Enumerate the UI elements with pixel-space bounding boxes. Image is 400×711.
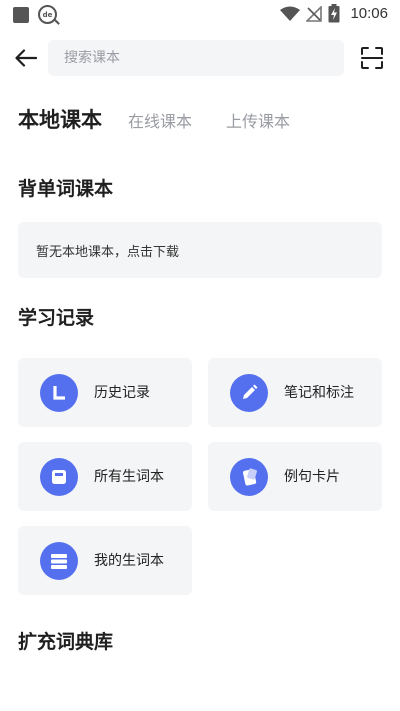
back-button[interactable] bbox=[12, 44, 40, 72]
empty-download-card[interactable]: 暂无本地课本，点击下载 bbox=[18, 222, 382, 278]
history-label: 历史记录 bbox=[94, 384, 150, 401]
app-search-icon: de bbox=[38, 5, 57, 24]
status-bar: de 10:06 bbox=[0, 0, 400, 28]
empty-message: 暂无本地课本，点击下载 bbox=[36, 244, 180, 260]
tab-local[interactable]: 本地课本 bbox=[18, 104, 102, 134]
tab-online[interactable]: 在线课本 bbox=[128, 108, 192, 132]
all-wordbooks-card[interactable]: 所有生词本 bbox=[18, 442, 192, 511]
back-arrow-icon bbox=[15, 49, 37, 67]
example-cards-label: 例句卡片 bbox=[284, 468, 340, 485]
app-icon-text: de bbox=[42, 10, 53, 19]
all-wordbooks-label: 所有生词本 bbox=[94, 468, 164, 485]
my-wordbook-label: 我的生词本 bbox=[94, 552, 164, 569]
notes-card[interactable]: 笔记和标注 bbox=[208, 358, 382, 427]
study-section-title: 学习记录 bbox=[18, 307, 95, 329]
tab-upload[interactable]: 上传课本 bbox=[226, 108, 290, 132]
search-bar[interactable] bbox=[48, 40, 344, 76]
scan-icon bbox=[361, 47, 383, 69]
history-icon bbox=[40, 373, 78, 412]
search-input[interactable] bbox=[64, 50, 344, 66]
no-signal-icon bbox=[306, 5, 323, 22]
card-icon bbox=[230, 457, 268, 496]
battery-charging-icon bbox=[328, 4, 340, 23]
list-icon bbox=[40, 541, 78, 580]
vocab-section-title: 背单词课本 bbox=[18, 178, 114, 200]
notes-label: 笔记和标注 bbox=[284, 384, 354, 401]
example-cards-card[interactable]: 例句卡片 bbox=[208, 442, 382, 511]
notification-square-icon bbox=[13, 6, 29, 23]
clock: 10:06 bbox=[350, 5, 388, 22]
pencil-icon bbox=[230, 373, 268, 412]
wordbook-icon bbox=[40, 457, 78, 496]
wifi-icon bbox=[280, 6, 301, 21]
scan-button[interactable] bbox=[358, 44, 386, 72]
my-wordbook-card[interactable]: 我的生词本 bbox=[18, 526, 192, 595]
extend-section-title: 扩充词典库 bbox=[18, 631, 114, 653]
textbook-tabs: 本地课本 在线课本 上传课本 bbox=[18, 104, 324, 134]
history-card[interactable]: 历史记录 bbox=[18, 358, 192, 427]
